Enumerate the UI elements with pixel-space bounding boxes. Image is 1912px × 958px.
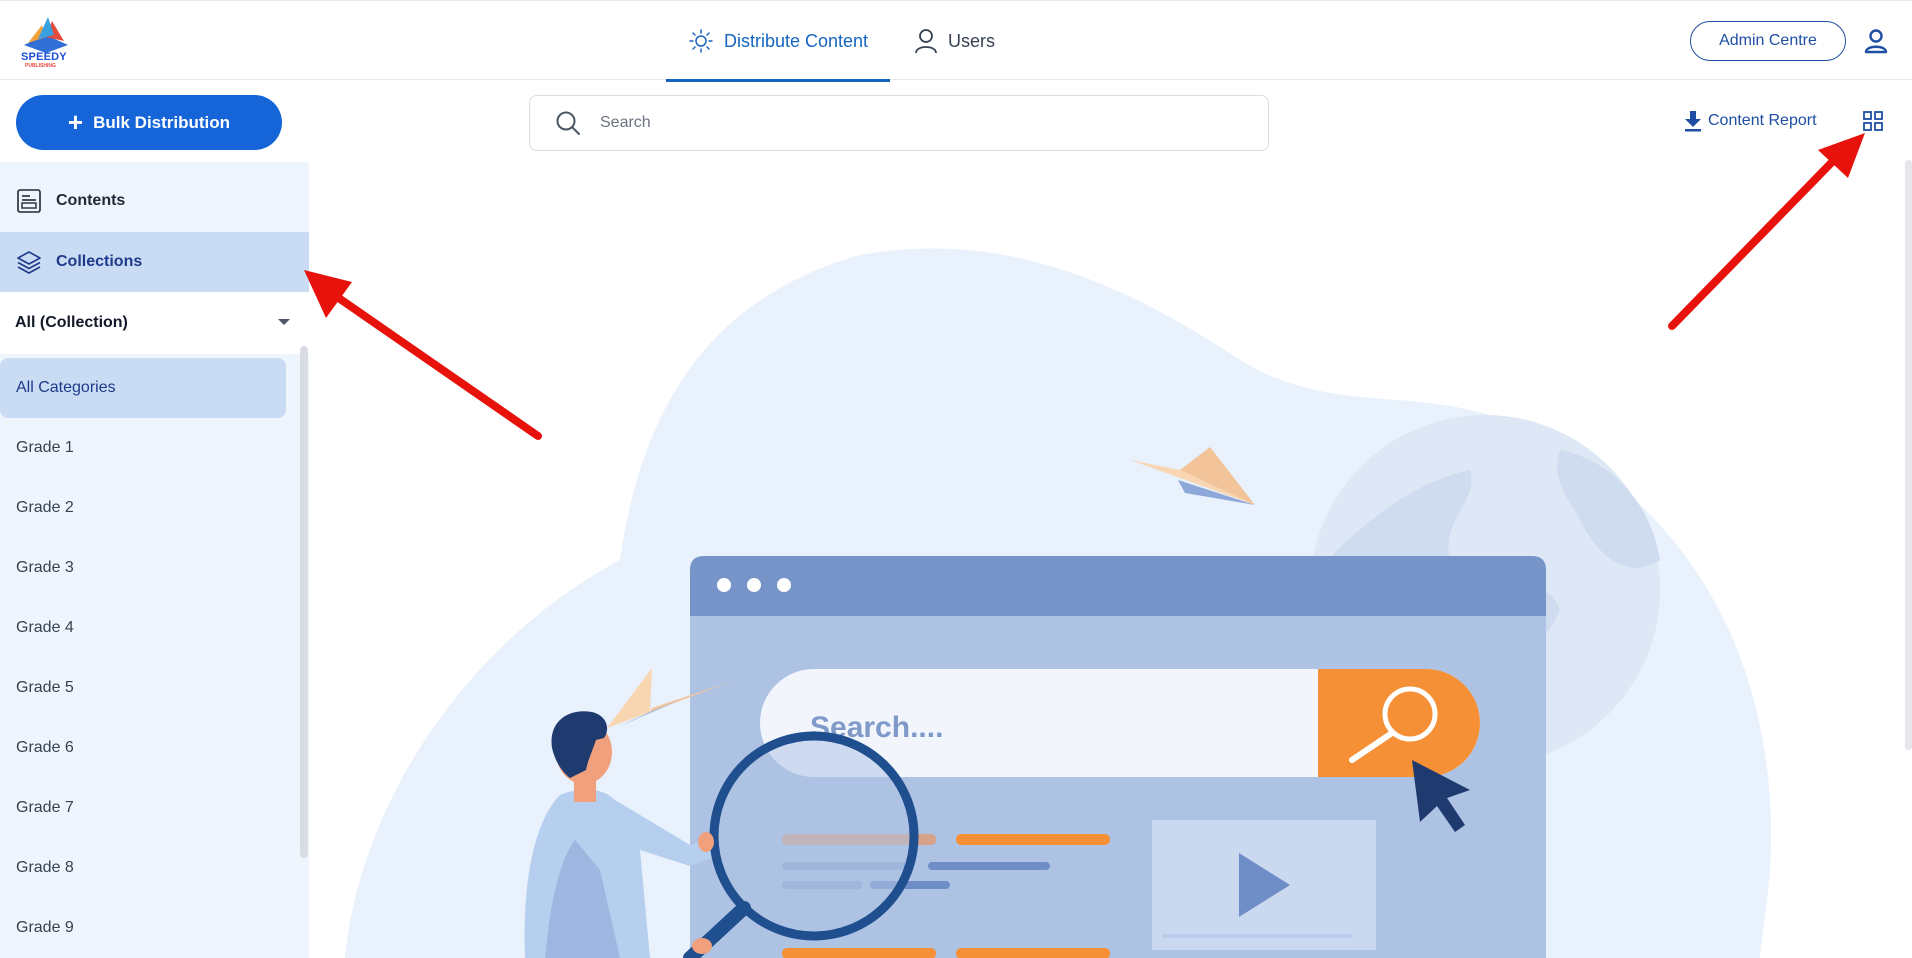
top-bar: SPEEDY PUBLISHING Distribute Content Use… xyxy=(0,0,1912,82)
sidebar-item-collections[interactable]: Collections xyxy=(0,232,309,292)
account-icon[interactable] xyxy=(1862,27,1890,55)
grid-view-icon[interactable] xyxy=(1862,110,1884,132)
bulk-distribution-label: Bulk Distribution xyxy=(93,112,231,132)
category-item-all[interactable]: All Categories xyxy=(0,358,286,418)
book-logo-icon xyxy=(24,17,68,53)
logo-subtext: PUBLISHING xyxy=(25,63,56,69)
collection-filter-value: All (Collection) xyxy=(15,314,128,331)
tab-users[interactable]: Users xyxy=(914,1,995,81)
bulk-distribution-button[interactable]: + Bulk Distribution xyxy=(16,95,282,150)
category-item-grade-9[interactable]: Grade 9 xyxy=(0,898,286,958)
tab-label: Users xyxy=(948,30,996,51)
collection-filter-dropdown[interactable]: All (Collection) xyxy=(0,292,309,354)
sidebar-item-label: Contents xyxy=(56,192,126,209)
caret-down-icon xyxy=(278,319,290,325)
user-icon xyxy=(915,29,937,54)
content-report-label: Content Report xyxy=(1708,112,1817,129)
main-scrollbar[interactable] xyxy=(1905,160,1912,750)
sidebar-scrollbar[interactable] xyxy=(300,346,308,858)
sidebar-item-contents[interactable]: Contents xyxy=(0,172,309,230)
admin-centre-button[interactable]: Admin Centre xyxy=(1690,21,1846,61)
contents-icon xyxy=(17,189,41,213)
category-item-grade-5[interactable]: Grade 5 xyxy=(0,658,286,718)
category-list: All Categories Grade 1 Grade 2 Grade 3 G… xyxy=(0,354,300,958)
sidebar: Contents Collections All (Collection) Al… xyxy=(0,162,309,958)
search-bar[interactable] xyxy=(529,95,1269,151)
download-icon xyxy=(1685,111,1701,132)
search-icon xyxy=(556,111,580,135)
search-empty-state-illustration: Search.... xyxy=(345,248,1772,958)
logo-text: SPEEDY xyxy=(21,51,67,63)
category-item-grade-8[interactable]: Grade 8 xyxy=(0,838,286,898)
category-item-grade-3[interactable]: Grade 3 xyxy=(0,538,286,598)
content-report-link[interactable]: Content Report xyxy=(1684,110,1817,132)
category-item-grade-6[interactable]: Grade 6 xyxy=(0,718,286,778)
category-item-grade-2[interactable]: Grade 2 xyxy=(0,478,286,538)
tab-label: Distribute Content xyxy=(723,30,869,51)
tab-distribute-content[interactable]: Distribute Content xyxy=(666,1,890,82)
category-item-grade-7[interactable]: Grade 7 xyxy=(0,778,286,838)
category-item-grade-4[interactable]: Grade 4 xyxy=(0,598,286,658)
category-item-grade-1[interactable]: Grade 1 xyxy=(0,418,286,478)
search-input[interactable] xyxy=(598,113,1202,133)
distribute-icon xyxy=(689,29,713,53)
layers-icon xyxy=(17,251,41,274)
plus-icon: + xyxy=(67,106,84,137)
sidebar-item-label: Collections xyxy=(56,253,143,270)
